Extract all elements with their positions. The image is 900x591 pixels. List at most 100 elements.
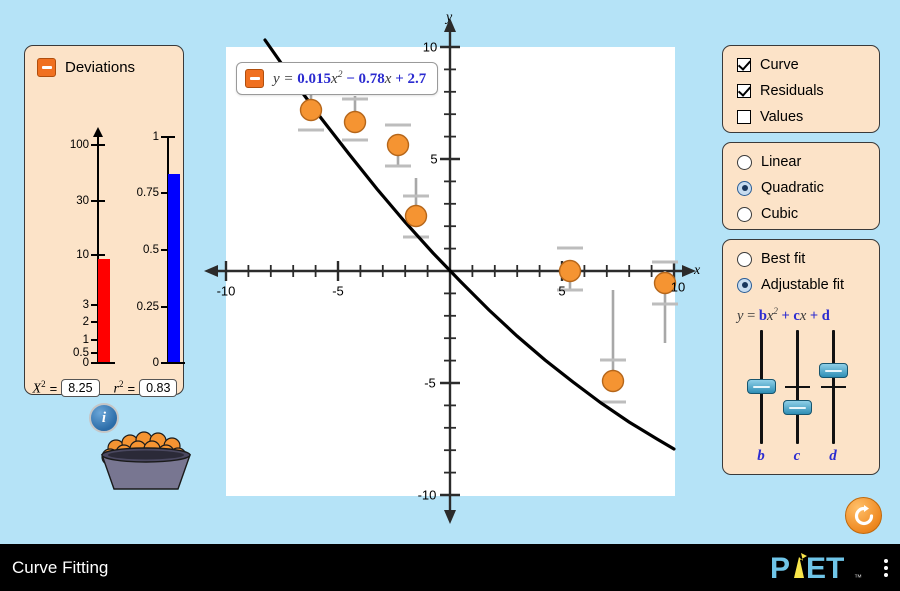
equation-b-coef: 0.78	[358, 70, 385, 87]
radio-adjustable-fit-label: Adjustable fit	[761, 277, 845, 293]
slider-d-label: d	[829, 448, 837, 464]
radio-quadratic-label: Quadratic	[761, 180, 824, 196]
checkbox-curve-label: Curve	[760, 57, 799, 73]
r-square-barometer: 1 0.75 0.5 0.25 0	[137, 131, 185, 369]
curve-order-panel: Linear Quadratic Cubic	[722, 142, 880, 230]
radio-adjustable-fit-button[interactable]	[737, 277, 752, 293]
equation-lhs: y	[273, 70, 280, 87]
points-bucket[interactable]	[86, 415, 206, 495]
radio-cubic-button[interactable]	[737, 206, 752, 222]
chi-square-bar	[98, 259, 110, 362]
bucket-opening	[108, 450, 184, 460]
chi-tick-label-2: 2	[82, 316, 89, 328]
fit-eq-d: d	[821, 307, 830, 324]
radio-quadratic[interactable]: Quadratic	[737, 180, 824, 196]
x-tick-label--5: -5	[332, 283, 344, 299]
radio-linear[interactable]: Linear	[737, 154, 801, 170]
equation-a-coef: 0.015	[297, 70, 332, 87]
deviations-title: Deviations	[65, 59, 136, 76]
slider-c-thumb[interactable]	[783, 400, 812, 415]
r-tick-label-0.75: 0.75	[136, 187, 159, 199]
radio-quadratic-button[interactable]	[737, 180, 752, 196]
checkbox-residuals-box[interactable]	[737, 84, 751, 98]
chi-tick-label-100: 100	[69, 139, 89, 151]
y-tick-label-5: 5	[430, 151, 438, 167]
barometers: 100 30 10 3 2 1 0.5 0 1 0.75 0.5 0.25 0	[25, 126, 185, 376]
radio-best-fit-button[interactable]	[737, 251, 752, 267]
radio-linear-label: Linear	[761, 154, 802, 170]
reset-arrow-glyph	[854, 504, 873, 525]
chi-tick-0	[91, 362, 105, 364]
x-tick-label-5: 5	[558, 283, 566, 299]
checkbox-curve[interactable]: Curve	[737, 57, 799, 73]
slider-d-center-tick	[821, 386, 846, 388]
adjustable-fit-equation: y = bx2 + cx + d	[737, 306, 830, 325]
radio-cubic-label: Cubic	[761, 206, 799, 222]
equation-x-term: x	[384, 70, 392, 87]
slider-b[interactable]: b	[743, 330, 779, 464]
fit-eq-b: b	[758, 307, 767, 324]
deviations-panel: Deviations 100 30 1 0 3 2 1 0.5 0 1 0.75 …	[24, 45, 185, 433]
checkbox-values-box[interactable]	[737, 110, 751, 124]
coefficient-sliders: b c d	[723, 330, 881, 470]
equation-equals: =	[283, 70, 294, 87]
slider-c[interactable]: c	[779, 330, 815, 464]
fit-eq-equals: =	[747, 307, 756, 324]
fit-eq-exp: 2	[773, 306, 778, 316]
phet-logo[interactable]: P ET ™	[770, 551, 866, 585]
x-axis-label: x	[694, 263, 701, 278]
checkbox-curve-box[interactable]	[737, 58, 751, 72]
checkbox-values[interactable]: Values	[737, 109, 803, 125]
curve-equation-text: y = 0.015x2 − 0.78x + 2.7	[273, 70, 426, 88]
chi-square-readout-group: X2 = 8.25	[33, 379, 100, 398]
equation-sign-c: +	[395, 70, 404, 87]
r-tick-label-0: 0	[152, 357, 159, 369]
chi-tick-100	[91, 144, 105, 146]
radio-best-fit-label: Best fit	[761, 251, 806, 267]
r-tick-label-1: 1	[152, 131, 159, 143]
checkbox-values-label: Values	[760, 109, 804, 125]
kebab-menu-icon[interactable]	[884, 558, 888, 577]
r-square-symbol: r2	[113, 379, 124, 397]
y-tick-label-10: 10	[422, 39, 438, 55]
fit-eq-x: x	[799, 307, 807, 324]
slider-d-thumb[interactable]	[819, 363, 848, 378]
radio-cubic[interactable]: Cubic	[737, 206, 798, 222]
sim-title: Curve Fitting	[12, 557, 109, 577]
chi-tick-label-30: 30	[76, 195, 89, 207]
slider-c-center-tick	[785, 386, 810, 388]
chi-tick-30	[91, 200, 105, 202]
chi-tick-label-1: 1	[82, 334, 89, 346]
y-axis-label: y	[446, 10, 453, 25]
reset-all-icon[interactable]	[845, 497, 882, 534]
r-tick-label-0.5: 0.5	[143, 244, 159, 256]
fit-eq-plus1: +	[781, 307, 790, 324]
view-options-panel: Curve Residuals Values	[722, 45, 880, 133]
graph-plot-area[interactable]	[226, 47, 675, 496]
sim-root: Deviations 100 30 10 3 2 1 0.5 0 1 0.75 …	[0, 0, 900, 591]
r-equals: =	[127, 380, 136, 396]
chi-tick-label-3: 3	[82, 299, 89, 311]
fit-eq-plus2: +	[809, 307, 819, 324]
deviations-header: Deviations	[37, 58, 135, 77]
slider-d[interactable]: d	[815, 330, 851, 464]
checkbox-residuals[interactable]: Residuals	[737, 83, 824, 99]
equation-exponent: 2	[337, 69, 343, 80]
chi-tick-10	[91, 254, 105, 256]
radio-best-fit[interactable]: Best fit	[737, 251, 805, 267]
equation-minimize-icon[interactable]	[245, 69, 264, 88]
slider-b-label: b	[757, 448, 765, 464]
equation-c-coef: 2.7	[407, 70, 427, 87]
chi-equals: =	[49, 380, 58, 396]
fit-type-panel: Best fit Adjustable fit y = bx2 + cx + d…	[722, 239, 880, 475]
fit-eq-lhs: y	[737, 307, 744, 324]
minimize-icon[interactable]	[37, 58, 56, 77]
equation-sign-b: −	[346, 70, 355, 87]
y-tick-label--10: -10	[417, 487, 437, 503]
slider-b-thumb[interactable]	[747, 379, 776, 394]
radio-adjustable-fit[interactable]: Adjustable fit	[737, 277, 844, 293]
r-tick-label-0.25: 0.25	[136, 301, 159, 313]
curve-equation-box: y = 0.015x2 − 0.78x + 2.7	[236, 62, 439, 95]
svg-text:ET: ET	[806, 552, 844, 585]
radio-linear-button[interactable]	[737, 154, 752, 170]
